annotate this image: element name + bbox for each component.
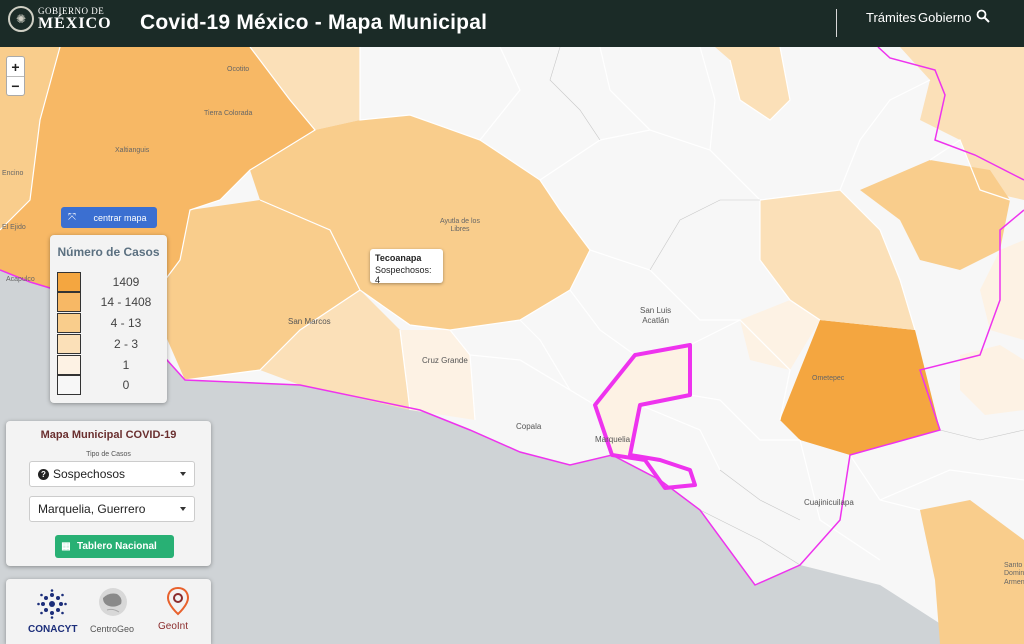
legend-swatch <box>57 334 81 354</box>
conacyt-label: CONACYT <box>28 624 78 635</box>
logo-big-text: MÉXICO <box>38 14 112 32</box>
tramites-link[interactable]: Trámites <box>866 10 916 25</box>
conacyt-logo-icon[interactable] <box>37 589 67 619</box>
partner-logos: CONACYT CentroGeo GeoInt <box>6 579 211 644</box>
legend-swatch <box>57 292 81 312</box>
legend-row: 4 - 13 <box>56 313 161 333</box>
legend-swatch <box>57 355 81 375</box>
municipality-value: Marquelia, Guerrero <box>38 502 146 516</box>
map-label: Encino <box>2 170 24 177</box>
map-label: Cuajinicuilapa <box>804 498 854 507</box>
caret-down-icon <box>180 507 186 511</box>
map-label: Santo Domingo Armenta <box>1004 562 1024 586</box>
legend-title: Número de Casos <box>57 245 160 259</box>
map-label: Ometepec <box>812 375 845 382</box>
zoom-control: + − <box>6 56 25 96</box>
case-type-value: Sospechosos <box>53 467 126 481</box>
map-label: San Marcos <box>288 317 331 326</box>
compress-icon: ⤧ <box>68 212 76 223</box>
map-label: San Luis Acatlán <box>640 306 672 325</box>
tooltip-value: Sospechosos: 4 <box>375 265 432 285</box>
legend-label: 2 - 3 <box>113 337 138 351</box>
centrogeo-logo-icon[interactable] <box>97 586 129 618</box>
geoint-logo-icon[interactable] <box>166 587 190 617</box>
tooltip-municipality: Tecoanapa <box>375 253 422 263</box>
header-divider <box>836 9 837 37</box>
control-panel: Mapa Municipal COVID-19 Tipo de Casos ? … <box>6 421 211 566</box>
legend-label: 1 <box>122 358 130 372</box>
case-legend: Número de Casos 1409 14 - 1408 4 - 13 2 … <box>50 235 167 403</box>
zoom-in-button[interactable]: + <box>7 57 24 76</box>
map-label: Tierra Colorada <box>204 110 253 117</box>
legend-row: 2 - 3 <box>56 334 161 354</box>
top-header: ✺ GOBIERNO DE MÉXICO Covid-19 México - M… <box>0 0 1024 47</box>
legend-label: 4 - 13 <box>110 316 142 330</box>
panel-title: Mapa Municipal COVID-19 <box>40 429 177 441</box>
legend-label: 14 - 1408 <box>100 295 152 309</box>
legend-row: 1 <box>56 355 161 375</box>
map-label: Marquelia <box>595 435 631 444</box>
page-title: Covid-19 México - Mapa Municipal <box>140 11 488 34</box>
legend-row: 0 <box>56 375 161 395</box>
dashboard-icon: ▦ <box>61 541 71 552</box>
case-type-select[interactable]: ? Sospechosos <box>29 461 195 487</box>
centrar-mapa-label: centrar mapa <box>93 212 147 223</box>
map-label: Xaltianguis <box>115 147 150 154</box>
map-tooltip: Tecoanapa Sospechosos: 4 <box>370 249 443 285</box>
map-label: Ayutla de los Libres <box>440 218 480 234</box>
case-type-label: Tipo de Casos <box>86 451 131 458</box>
map-label: Ocotito <box>227 66 250 73</box>
municipality-select[interactable]: Marquelia, Guerrero <box>29 496 195 522</box>
map-label: El Ejido <box>2 224 26 231</box>
legend-swatch <box>57 375 81 395</box>
caret-down-icon <box>180 472 186 476</box>
legend-label: 1409 <box>112 275 140 289</box>
mexico-seal-icon: ✺ <box>8 6 34 32</box>
geoint-label: GeoInt <box>158 621 189 632</box>
tablero-nacional-button[interactable]: ▦ Tablero Nacional <box>55 535 174 558</box>
legend-label: 0 <box>122 378 130 392</box>
gobierno-link[interactable]: Gobierno <box>918 10 971 25</box>
question-icon: ? <box>38 468 49 480</box>
gobierno-logo[interactable]: ✺ GOBIERNO DE MÉXICO <box>8 6 112 32</box>
centrogeo-label: CentroGeo <box>90 624 135 634</box>
map-label: Cruz Grande <box>422 356 468 365</box>
legend-row: 14 - 1408 <box>56 292 161 312</box>
legend-row: 1409 <box>56 272 161 292</box>
map-label: Copala <box>516 422 542 431</box>
map-label: Acapulco <box>6 276 35 283</box>
search-icon[interactable] <box>976 9 990 23</box>
legend-swatch <box>57 272 81 292</box>
tablero-label: Tablero Nacional <box>77 541 157 552</box>
centrar-mapa-button[interactable]: ⤧ centrar mapa <box>61 207 157 228</box>
legend-swatch <box>57 313 81 333</box>
zoom-out-button[interactable]: − <box>7 76 24 95</box>
